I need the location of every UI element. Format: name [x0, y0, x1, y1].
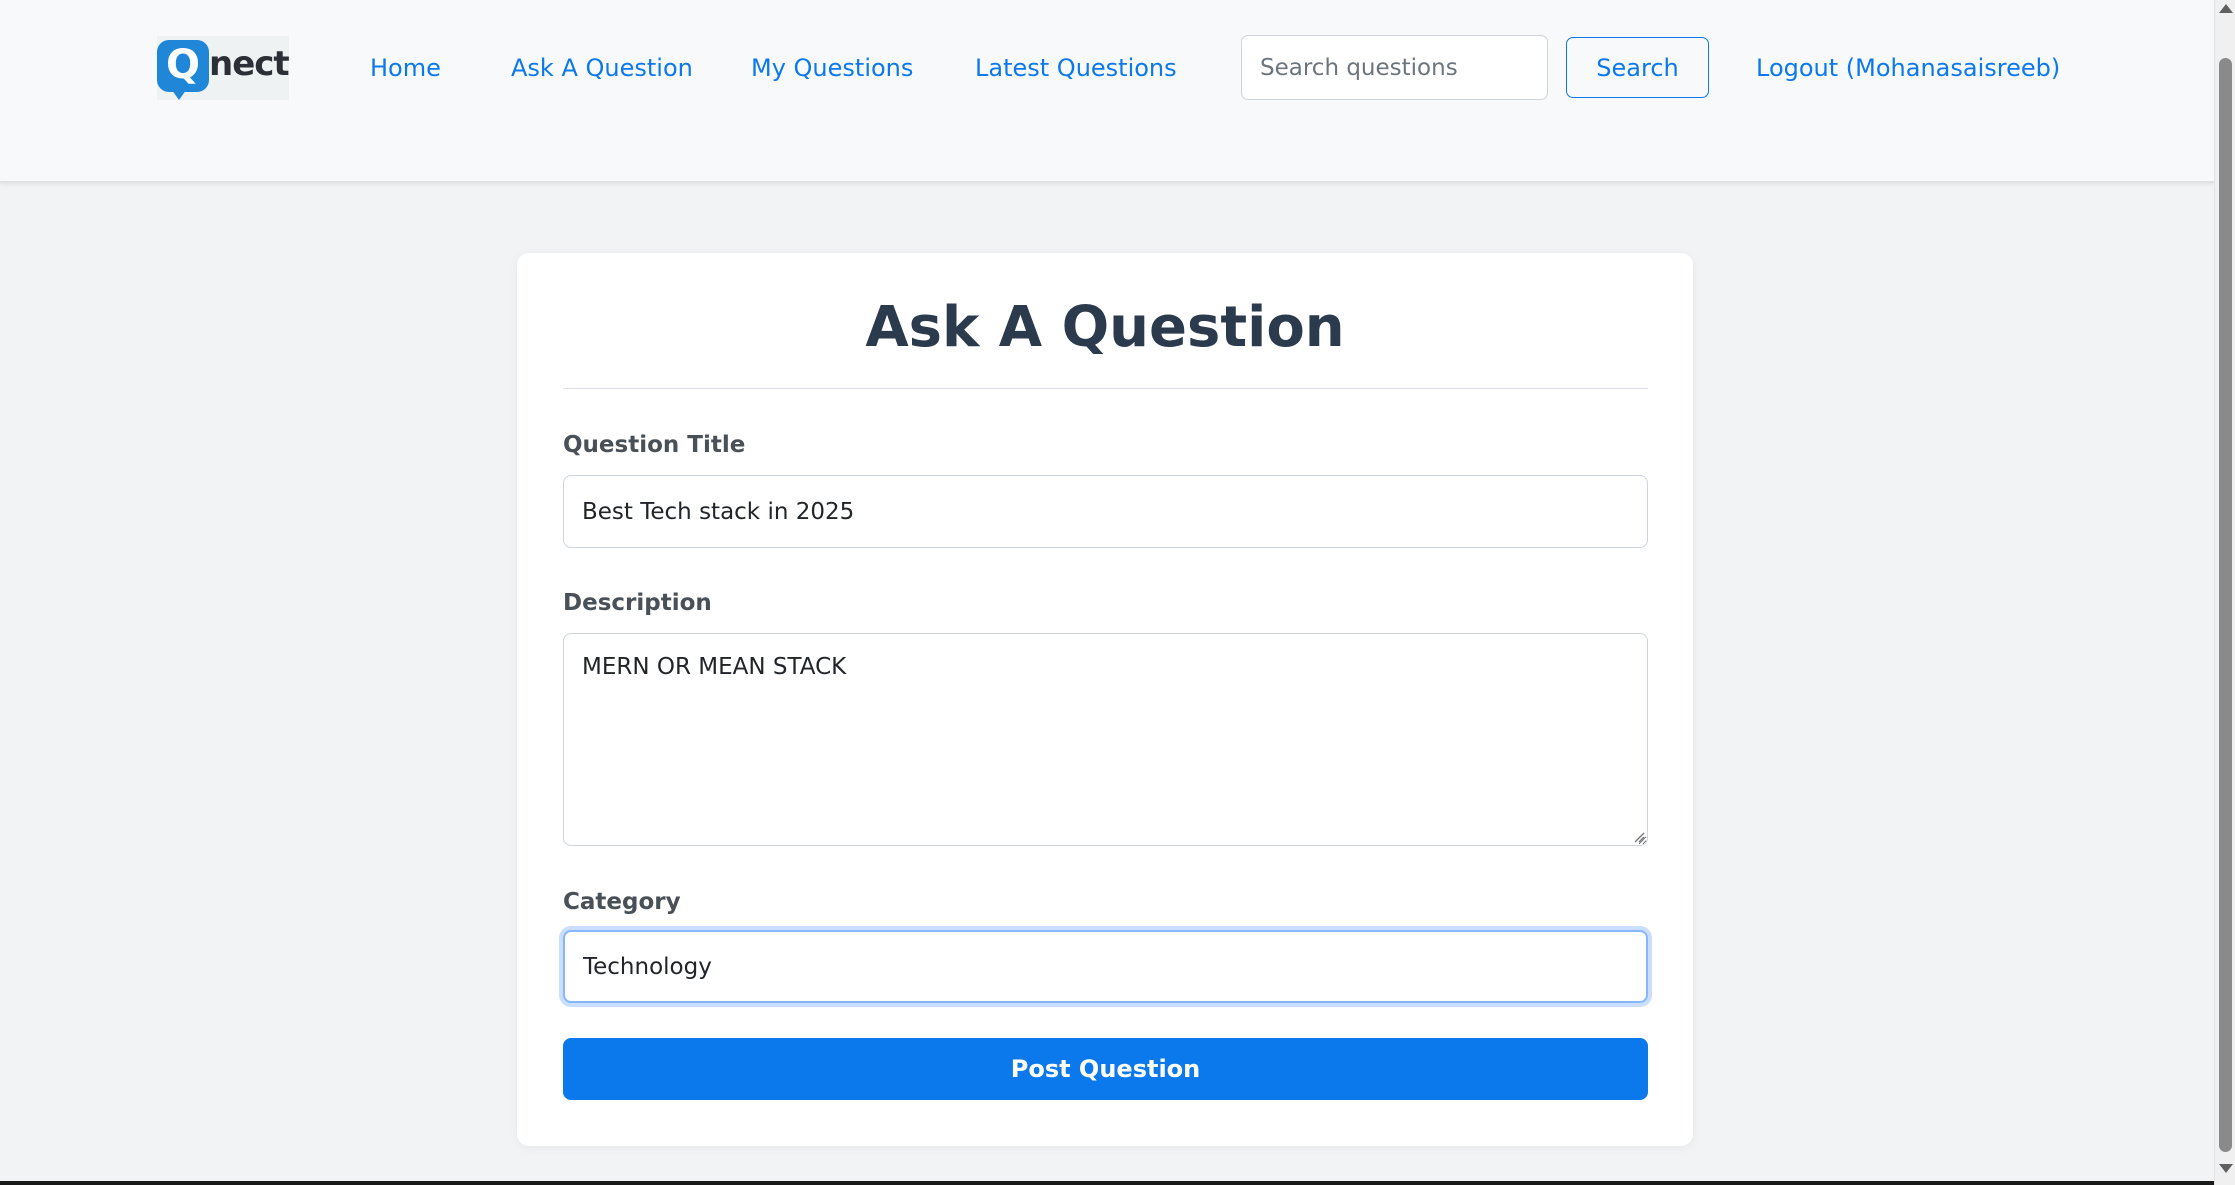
- description-label: Description: [563, 590, 712, 616]
- page-scrollbar[interactable]: [2214, 0, 2235, 1185]
- category-label: Category: [563, 889, 681, 915]
- resize-grip-icon[interactable]: [1633, 831, 1645, 843]
- logo-letter: Q: [165, 42, 200, 88]
- page-viewport: Q nect Home Ask A Question My Questions …: [0, 0, 2214, 1181]
- logout-link[interactable]: Logout (Mohanasaisreeb): [1756, 50, 2060, 86]
- nav-link-home[interactable]: Home: [370, 50, 441, 86]
- page-title: Ask A Question: [865, 295, 1345, 360]
- search-button[interactable]: Search: [1566, 37, 1709, 98]
- ask-question-card: Ask A Question Question Title Descriptio…: [517, 253, 1693, 1146]
- title-divider: [563, 388, 1648, 389]
- logo-speech-bubble-icon: Q: [157, 40, 209, 92]
- description-textarea[interactable]: MERN OR MEAN STACK: [563, 633, 1648, 846]
- scroll-up-arrow-icon[interactable]: [2219, 4, 2233, 13]
- category-input[interactable]: [563, 930, 1648, 1003]
- post-question-button[interactable]: Post Question: [563, 1038, 1648, 1100]
- nav-link-latest-questions[interactable]: Latest Questions: [975, 50, 1177, 86]
- scroll-down-arrow-icon[interactable]: [2219, 1164, 2233, 1173]
- logo-bubble-tail: [169, 86, 189, 100]
- question-title-input[interactable]: [563, 475, 1648, 548]
- window-bottom-edge: [0, 1181, 2214, 1185]
- top-navbar: Q nect Home Ask A Question My Questions …: [0, 0, 2214, 183]
- search-input[interactable]: [1241, 35, 1548, 100]
- nav-link-my-questions[interactable]: My Questions: [751, 50, 913, 86]
- brand-logo[interactable]: Q nect: [157, 36, 290, 100]
- question-title-label: Question Title: [563, 432, 746, 458]
- nav-link-ask-question[interactable]: Ask A Question: [511, 50, 693, 86]
- logo-text: nect: [209, 44, 290, 84]
- scrollbar-thumb[interactable]: [2219, 58, 2232, 1152]
